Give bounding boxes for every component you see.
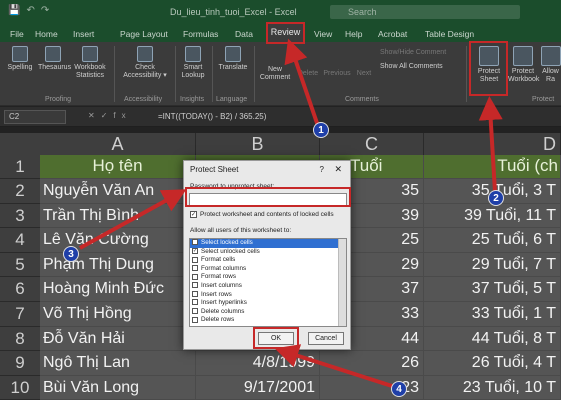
step-badge-4: 4: [391, 381, 407, 397]
step-badge-1: 1: [313, 122, 329, 138]
arrow-1: [284, 38, 320, 127]
step-badge-2: 2: [488, 190, 504, 206]
arrow-4: [274, 344, 393, 388]
arrow-2: [478, 96, 503, 193]
arrow-3: [79, 189, 187, 250]
step-badge-3: 3: [63, 246, 79, 262]
annotation-arrows: [79, 38, 503, 388]
